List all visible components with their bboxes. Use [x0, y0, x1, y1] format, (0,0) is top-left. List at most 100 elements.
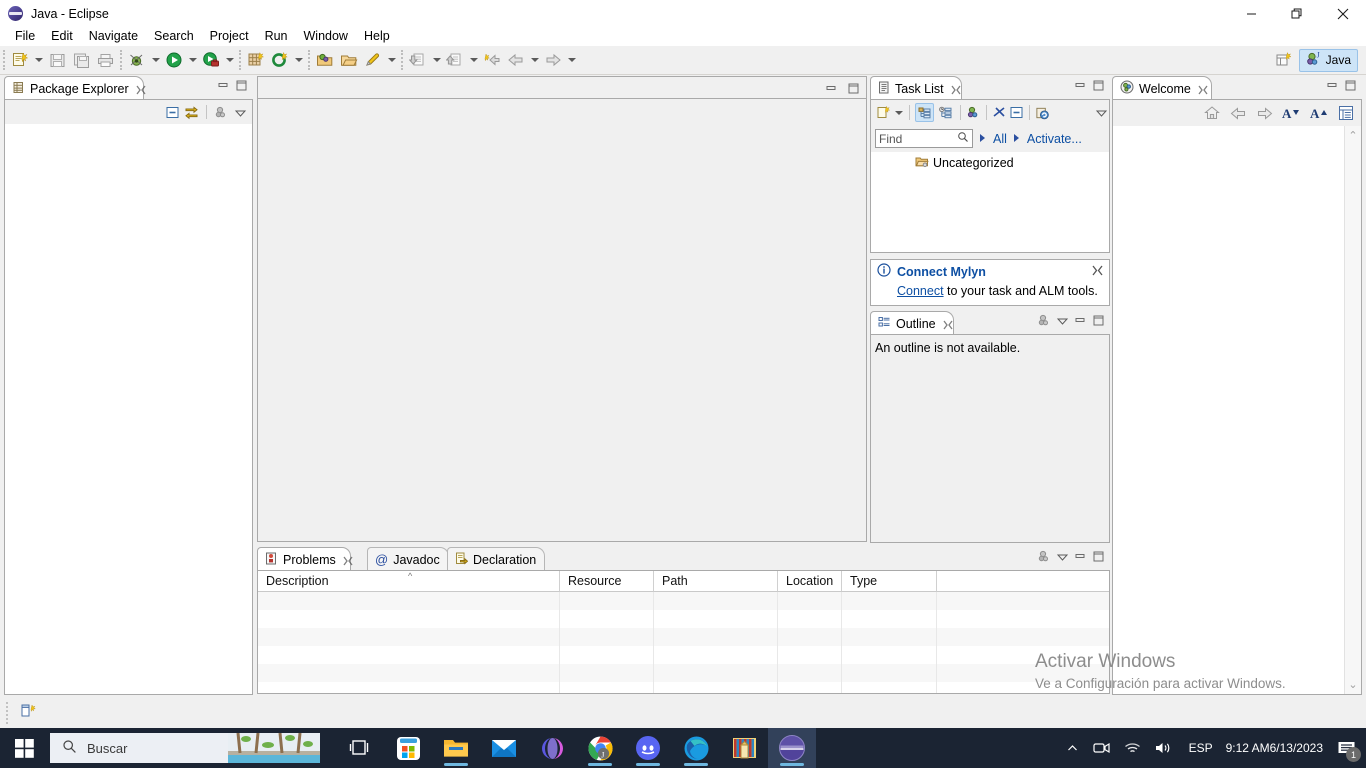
- focus-on-workweek-icon[interactable]: [966, 105, 981, 120]
- column-header-description[interactable]: Description ^: [258, 571, 560, 592]
- minimize-icon[interactable]: [824, 81, 839, 96]
- view-menu-icon[interactable]: [1055, 313, 1070, 328]
- windows-start-icon[interactable]: [0, 728, 48, 768]
- close-icon[interactable]: [1198, 84, 1208, 94]
- google-chrome-icon[interactable]: J: [576, 728, 624, 768]
- tab-welcome[interactable]: Welcome: [1112, 76, 1212, 100]
- winrar-icon[interactable]: [720, 728, 768, 768]
- new-java-class-dropdown-icon[interactable]: [292, 49, 305, 72]
- scheduled-presentation-icon[interactable]: [936, 103, 955, 122]
- synchronize-changed-icon[interactable]: [992, 105, 1007, 120]
- view-menu-filters-icon[interactable]: [1037, 549, 1052, 564]
- new-java-class-icon[interactable]: [268, 49, 292, 72]
- maximize-icon[interactable]: [846, 81, 861, 96]
- run-coverage-dropdown-icon[interactable]: [223, 49, 236, 72]
- tab-task-list[interactable]: Task List: [870, 76, 962, 100]
- customize-page-icon[interactable]: [1337, 104, 1355, 122]
- column-header-location[interactable]: Location: [778, 571, 842, 592]
- debug-icon[interactable]: [125, 49, 149, 72]
- menu-help[interactable]: Help: [356, 27, 398, 46]
- forward-dropdown-icon[interactable]: [565, 49, 578, 72]
- view-menu-icon[interactable]: [233, 105, 248, 120]
- collapse-all-icon[interactable]: [165, 105, 180, 120]
- menu-search[interactable]: Search: [146, 27, 202, 46]
- run-dropdown-icon[interactable]: [186, 49, 199, 72]
- mail-icon[interactable]: [480, 728, 528, 768]
- minimize-icon[interactable]: [1325, 78, 1340, 93]
- close-icon[interactable]: [136, 84, 146, 94]
- open-type-icon[interactable]: [313, 49, 337, 72]
- close-icon[interactable]: [951, 84, 961, 94]
- quick-access-icon[interactable]: [361, 49, 385, 72]
- problems-table[interactable]: Description ^ Resource Path Location Typ…: [257, 571, 1110, 694]
- view-menu-icon[interactable]: [1094, 105, 1109, 120]
- table-row[interactable]: [258, 610, 1109, 628]
- scroll-up-arrow-icon[interactable]: ⌃: [1348, 126, 1357, 145]
- activate-arrow-icon[interactable]: [1013, 132, 1021, 146]
- clock[interactable]: 9:12 AM 6/13/2023: [1222, 728, 1333, 768]
- close-button[interactable]: [1320, 0, 1366, 27]
- decrease-font-icon[interactable]: A: [1281, 104, 1301, 122]
- meet-now-icon[interactable]: [1086, 728, 1117, 768]
- welcome-scrollbar[interactable]: ⌃ ⌄: [1344, 126, 1361, 694]
- view-menu-icon[interactable]: [1055, 549, 1070, 564]
- open-task-icon[interactable]: [337, 49, 361, 72]
- volume-icon[interactable]: [1148, 728, 1180, 768]
- maximize-icon[interactable]: [1343, 78, 1358, 93]
- increase-font-icon[interactable]: A: [1309, 104, 1329, 122]
- editor-empty-area[interactable]: [257, 98, 867, 542]
- table-row[interactable]: [258, 628, 1109, 646]
- view-menu-filters-icon[interactable]: [214, 105, 229, 120]
- restore-tasks-icon[interactable]: [1035, 105, 1050, 120]
- connect-link[interactable]: Connect: [897, 284, 944, 298]
- run-icon[interactable]: [162, 49, 186, 72]
- wifi-icon[interactable]: [1117, 728, 1148, 768]
- package-explorer-tree[interactable]: [4, 124, 253, 695]
- back-dropdown-icon[interactable]: [528, 49, 541, 72]
- new-java-project-icon[interactable]: [244, 49, 268, 72]
- microsoft-store-icon[interactable]: [384, 728, 432, 768]
- table-row[interactable]: [258, 592, 1109, 610]
- menu-file[interactable]: File: [7, 27, 43, 46]
- microsoft-office-icon[interactable]: [528, 728, 576, 768]
- debug-dropdown-icon[interactable]: [149, 49, 162, 72]
- next-annotation-dropdown-icon[interactable]: [467, 49, 480, 72]
- collapse-all-icon[interactable]: [1009, 105, 1024, 120]
- find-input[interactable]: Find: [875, 129, 973, 148]
- menu-window[interactable]: Window: [296, 27, 356, 46]
- new-wizard-icon[interactable]: [8, 49, 32, 72]
- close-icon[interactable]: [943, 319, 953, 329]
- tab-outline[interactable]: Outline: [870, 311, 954, 335]
- close-icon[interactable]: [1092, 265, 1103, 279]
- minimize-icon[interactable]: [1073, 313, 1088, 328]
- new-wizard-dropdown-icon[interactable]: [32, 49, 45, 72]
- maximize-icon[interactable]: [1091, 549, 1106, 564]
- minimize-button[interactable]: [1228, 0, 1274, 27]
- search-icon[interactable]: [957, 131, 969, 146]
- back-icon[interactable]: [1229, 104, 1247, 122]
- perspective-java-button[interactable]: J Java: [1298, 48, 1358, 72]
- run-coverage-icon[interactable]: [199, 49, 223, 72]
- microsoft-edge-icon[interactable]: [672, 728, 720, 768]
- forward-icon[interactable]: [1255, 104, 1273, 122]
- close-icon[interactable]: [343, 555, 353, 565]
- column-header-path[interactable]: Path: [654, 571, 778, 592]
- filter-arrow-icon[interactable]: [979, 132, 987, 146]
- table-row[interactable]: [258, 682, 1109, 693]
- table-row[interactable]: [258, 646, 1109, 664]
- activate-link[interactable]: Activate...: [1027, 132, 1082, 146]
- quick-access-dropdown-icon[interactable]: [385, 49, 398, 72]
- minimize-icon[interactable]: [1073, 549, 1088, 564]
- maximize-icon[interactable]: [1091, 78, 1106, 93]
- previous-annotation-dropdown-icon[interactable]: [430, 49, 443, 72]
- tab-problems[interactable]: Problems: [257, 547, 353, 571]
- menu-edit[interactable]: Edit: [43, 27, 81, 46]
- discord-icon[interactable]: [624, 728, 672, 768]
- view-menu-filters-icon[interactable]: [1037, 313, 1052, 328]
- maximize-icon[interactable]: [234, 78, 249, 93]
- menu-project[interactable]: Project: [202, 27, 257, 46]
- eclipse-icon[interactable]: [768, 728, 816, 768]
- tab-javadoc[interactable]: @ Javadoc: [367, 547, 449, 571]
- task-list-tree[interactable]: Uncategorized: [870, 152, 1110, 253]
- minimize-icon[interactable]: [1073, 78, 1088, 93]
